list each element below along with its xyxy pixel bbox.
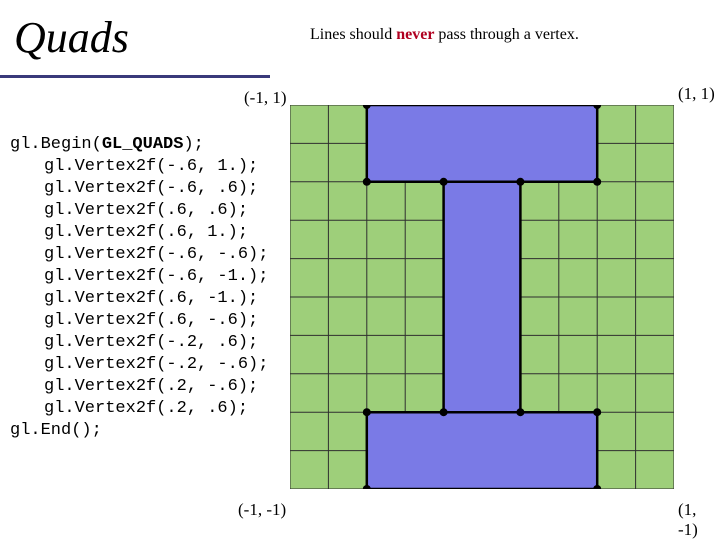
subtitle-suffix: pass through a vertex. <box>434 26 578 43</box>
code-text: gl.Vertex2f(-.2, .6); <box>44 333 258 352</box>
code-line: gl.Vertex2f(.6, -.6); <box>10 311 258 330</box>
code-text: gl.Vertex2f(.2, .6); <box>44 399 248 418</box>
code-line: gl.Vertex2f(.6, 1.); <box>10 223 248 242</box>
code-text: gl.Vertex2f(-.6, .6); <box>44 179 258 198</box>
code-text: gl.Vertex2f(-.6, -1.); <box>44 267 268 286</box>
code-line: gl.Vertex2f(.2, .6); <box>10 399 248 418</box>
code-line: gl.Vertex2f(-.6, -1.); <box>10 267 268 286</box>
page-title: Quads <box>14 12 129 63</box>
code-text: gl.Vertex2f(-.6, -.6); <box>44 245 268 264</box>
corner-label-top-right: (1, 1) <box>678 84 715 104</box>
corner-label-bottom-right: (1, -1) <box>678 500 720 540</box>
code-line: gl.End(); <box>10 421 102 440</box>
code-text: gl.Vertex2f(.6, .6); <box>44 201 248 220</box>
code-line: gl.Vertex2f(-.2, -.6); <box>10 355 268 374</box>
code-text: ); <box>183 135 203 154</box>
code-constant: GL_QUADS <box>102 135 184 154</box>
code-line: gl.Begin(GL_QUADS); <box>10 135 204 154</box>
header-divider <box>0 75 270 78</box>
code-text: gl.Begin( <box>10 135 102 154</box>
code-line: gl.Vertex2f(-.6, .6); <box>10 179 258 198</box>
code-text: gl.End(); <box>10 421 102 440</box>
quads-diagram <box>290 105 674 489</box>
code-text: gl.Vertex2f(.6, -1.); <box>44 289 258 308</box>
code-text: gl.Vertex2f(-.2, -.6); <box>44 355 268 374</box>
code-line: gl.Vertex2f(.2, -.6); <box>10 377 258 396</box>
code-line: gl.Vertex2f(-.2, .6); <box>10 333 258 352</box>
code-block: gl.Begin(GL_QUADS); gl.Vertex2f(-.6, 1.)… <box>10 112 268 442</box>
code-line: gl.Vertex2f(-.6, 1.); <box>10 157 258 176</box>
code-line: gl.Vertex2f(-.6, -.6); <box>10 245 268 264</box>
corner-label-bottom-left: (-1, -1) <box>238 500 286 520</box>
code-line: gl.Vertex2f(.6, .6); <box>10 201 248 220</box>
code-text: gl.Vertex2f(.6, 1.); <box>44 223 248 242</box>
code-line: gl.Vertex2f(.6, -1.); <box>10 289 258 308</box>
diagram-svg <box>290 105 674 489</box>
code-text: gl.Vertex2f(-.6, 1.); <box>44 157 258 176</box>
subtitle-prefix: Lines should <box>310 26 396 43</box>
code-text: gl.Vertex2f(.6, -.6); <box>44 311 258 330</box>
subtitle: Lines should never pass through a vertex… <box>310 26 579 44</box>
corner-label-top-left: (-1, 1) <box>244 88 286 108</box>
code-text: gl.Vertex2f(.2, -.6); <box>44 377 258 396</box>
subtitle-never: never <box>396 26 434 43</box>
